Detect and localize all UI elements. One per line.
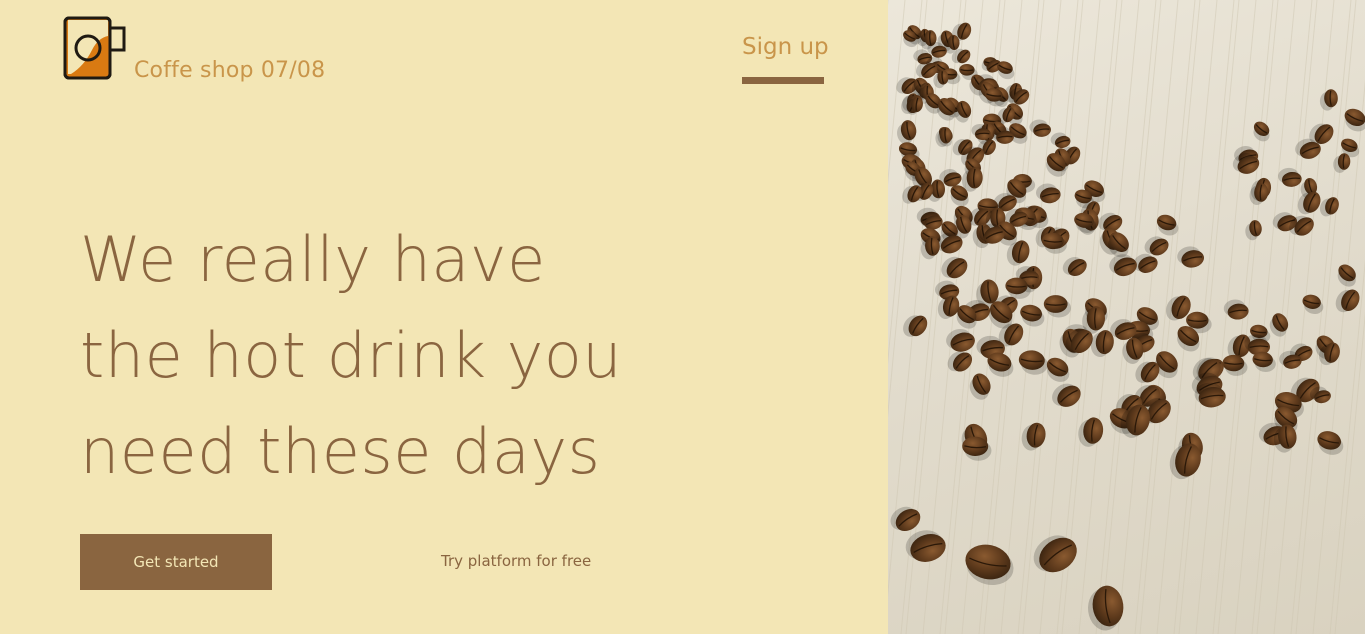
get-started-button[interactable]: Get started [80, 534, 272, 590]
hero-headline: We really have the hot drink you need th… [80, 212, 622, 500]
coffee-beans-image [888, 0, 1365, 634]
signup-link[interactable]: Sign up [742, 34, 829, 60]
coffee-bean [1245, 220, 1262, 241]
coffee-bean [1252, 351, 1276, 372]
coffee-bean [1223, 299, 1249, 320]
brand-name: Coffe shop 07/08 [134, 58, 326, 83]
coffee-bean [905, 530, 946, 562]
coffee-bean [1333, 153, 1351, 173]
coffee-bean [1052, 383, 1081, 407]
coffee-bean [962, 436, 992, 461]
coffee-bean [1319, 89, 1338, 111]
try-free-link[interactable]: Try platform for free [441, 552, 591, 570]
coffee-bean [1033, 535, 1077, 573]
landing-page: Coffe shop 07/08 Sign up We really have … [0, 0, 1365, 634]
coffee-bean [1088, 585, 1124, 631]
coffee-bean [1278, 167, 1302, 187]
coffee-beans-illustration [888, 0, 1365, 634]
coffee-mug-icon[interactable] [62, 16, 130, 82]
headline-line-2: the hot drink you [80, 319, 623, 392]
coffee-bean [1317, 431, 1344, 455]
coffee-bean [1337, 264, 1356, 287]
hero-panel: Coffe shop 07/08 Sign up We really have … [0, 0, 888, 634]
coffee-bean [1253, 121, 1270, 142]
coffee-bean [1335, 289, 1360, 313]
coffee-bean [1062, 256, 1087, 277]
coffee-bean [1020, 304, 1045, 327]
coffee-bean [1046, 357, 1070, 382]
coffee-bean [903, 315, 928, 337]
coffee-bean [1177, 246, 1204, 268]
coffee-bean [1035, 183, 1061, 204]
signup-underline [742, 77, 824, 84]
headline-line-1: We really have [80, 223, 546, 296]
coffee-bean [1078, 417, 1104, 447]
headline-line-3: need these days [80, 415, 601, 488]
